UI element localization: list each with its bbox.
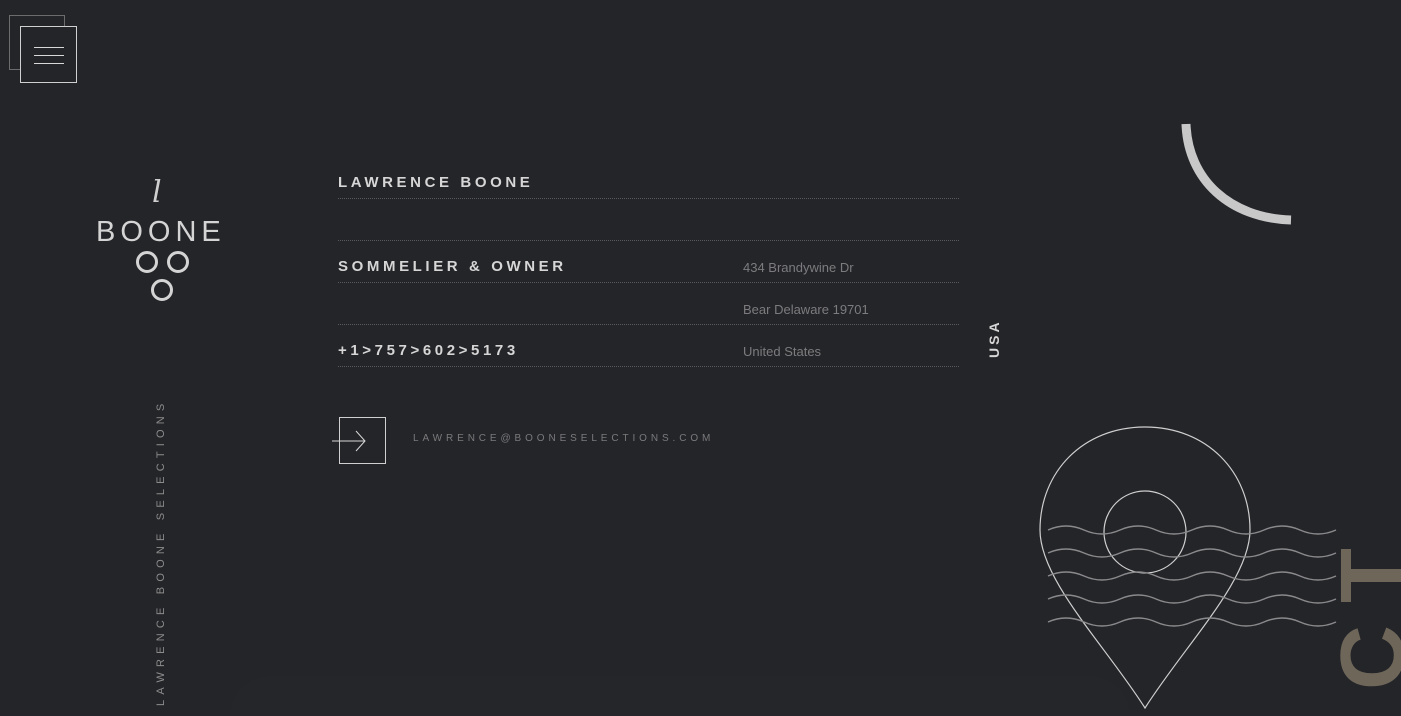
grapes-icon: [136, 251, 189, 301]
divider-row: [338, 200, 959, 241]
boone-logo[interactable]: l BOONE: [90, 178, 235, 308]
contact-name: LAWRENCE BOONE: [338, 174, 534, 191]
bottom-panel-edge: [230, 676, 1130, 716]
map-pin-icon: [1039, 123, 1337, 710]
hamburger-icon-line: [34, 47, 64, 48]
logo-wordmark: BOONE: [96, 216, 226, 248]
contact-title: SOMMELIER & OWNER: [338, 258, 567, 275]
decorative-big-word: CT: [1323, 526, 1401, 690]
email-link[interactable]: LAWRENCE@BOONESELECTIONS.COM: [413, 433, 714, 444]
address-country: United States: [743, 344, 822, 359]
menu-button[interactable]: [20, 26, 77, 83]
hamburger-icon-line: [34, 63, 64, 64]
country-code: USA: [986, 319, 1002, 358]
email-button[interactable]: [332, 417, 386, 464]
hamburger-icon-line: [34, 55, 64, 56]
address-line-1: 434 Brandywine Dr: [743, 260, 854, 275]
logo-script: l: [152, 175, 162, 210]
arrow-right-icon: [332, 430, 366, 452]
address-line-2: Bear Delaware 19701: [743, 302, 869, 317]
contact-phone[interactable]: +1>757>602>5173: [338, 342, 519, 359]
vertical-tagline: LAWRENCE BOONE SELECTIONS: [155, 398, 167, 706]
